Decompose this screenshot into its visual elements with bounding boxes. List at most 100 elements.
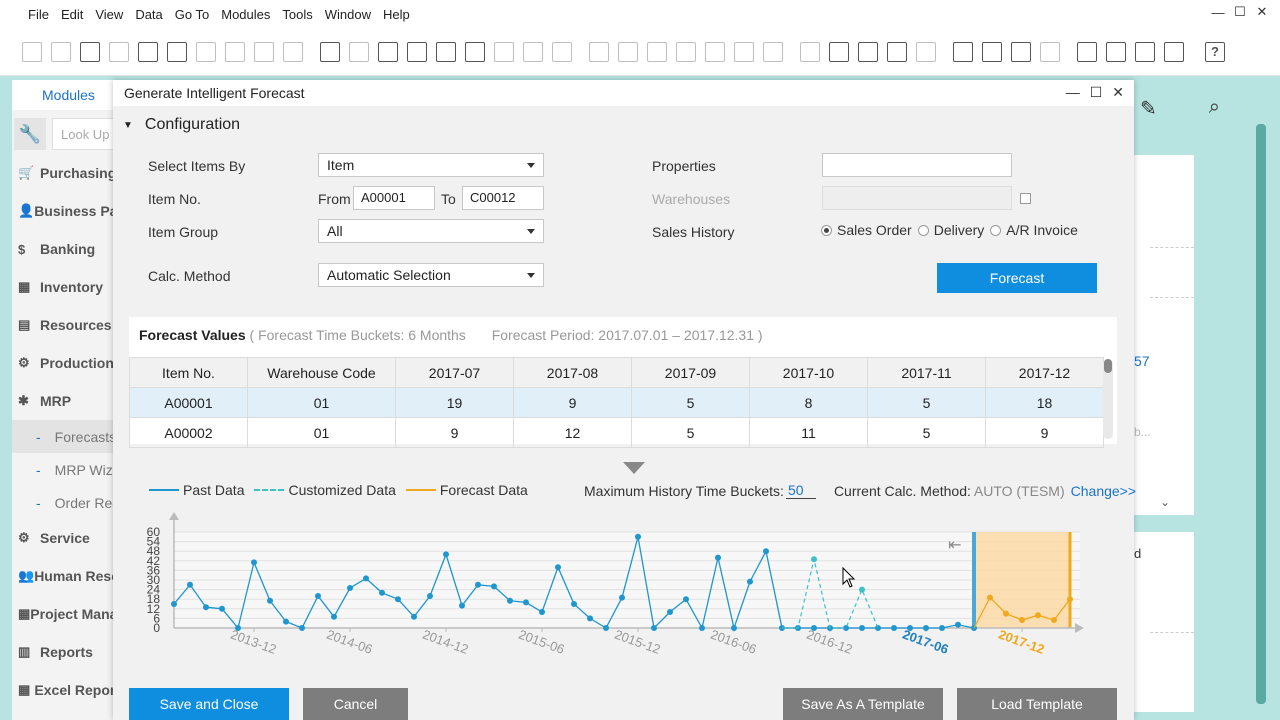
history-icon[interactable] bbox=[953, 41, 973, 62]
excel-icon[interactable] bbox=[167, 41, 187, 62]
previous-record-icon[interactable] bbox=[407, 41, 427, 62]
table-cell[interactable]: 01 bbox=[247, 417, 396, 448]
past-data-point[interactable] bbox=[907, 625, 913, 631]
sub-item[interactable]: - Order Recommendation bbox=[12, 486, 120, 519]
table-header-cell[interactable]: 2017-12 bbox=[985, 357, 1104, 388]
past-data-point[interactable] bbox=[603, 625, 609, 631]
past-data-point[interactable] bbox=[171, 601, 177, 607]
past-data-point[interactable] bbox=[747, 578, 753, 585]
chevron-down-icon[interactable]: ⌄ bbox=[1160, 495, 1170, 509]
menu-help[interactable]: Help bbox=[377, 7, 416, 22]
table-header-cell[interactable]: Warehouse Code bbox=[247, 357, 396, 388]
item-group-dropdown[interactable]: All bbox=[318, 219, 544, 243]
module-item[interactable]: ▦ Inventory bbox=[12, 268, 120, 306]
target-document-icon[interactable] bbox=[618, 41, 638, 62]
module-item[interactable]: ▦ Project Management bbox=[12, 595, 120, 633]
past-data-point[interactable] bbox=[859, 625, 865, 631]
table-cell[interactable]: 5 bbox=[867, 417, 986, 448]
past-data-point[interactable] bbox=[811, 625, 817, 631]
past-data-point[interactable] bbox=[875, 625, 881, 631]
table-cell[interactable]: 9 bbox=[985, 417, 1104, 448]
table-row[interactable]: A00001 01 19 9 5 8 5 18 bbox=[129, 387, 1104, 418]
forecast-data-point[interactable] bbox=[1067, 596, 1073, 603]
refresh-icon[interactable] bbox=[494, 41, 514, 62]
next-record-icon[interactable] bbox=[436, 41, 456, 62]
find-icon[interactable] bbox=[22, 41, 42, 62]
past-data-point[interactable] bbox=[427, 593, 433, 599]
forecast-data-point[interactable] bbox=[987, 594, 993, 601]
dashboard-icon[interactable] bbox=[1077, 41, 1097, 62]
past-data-point[interactable] bbox=[267, 597, 273, 604]
past-data-point[interactable] bbox=[347, 585, 353, 591]
pencil-icon[interactable]: ✎ bbox=[1140, 96, 1157, 121]
binoculars-icon[interactable] bbox=[320, 41, 340, 62]
menu-modules[interactable]: Modules bbox=[215, 7, 276, 22]
table-header-cell[interactable]: 2017-09 bbox=[631, 357, 750, 388]
item-to-input[interactable]: C00012 bbox=[462, 186, 544, 210]
dialog-close-button[interactable]: ✕ bbox=[1112, 84, 1124, 101]
calendar-icon[interactable] bbox=[1011, 41, 1031, 62]
custom-data-point[interactable] bbox=[859, 586, 865, 593]
load-template-button[interactable]: Load Template bbox=[957, 688, 1117, 720]
edit-icon[interactable] bbox=[800, 41, 820, 62]
configuration-header[interactable]: ▼ Configuration bbox=[123, 116, 240, 134]
past-data-point[interactable] bbox=[187, 581, 193, 588]
cancel-button[interactable]: Cancel bbox=[303, 688, 408, 720]
table-cell[interactable]: 19 bbox=[395, 387, 514, 418]
alerts-icon[interactable] bbox=[916, 41, 936, 62]
past-data-point[interactable] bbox=[939, 625, 945, 631]
lookup-input[interactable]: Look Up bbox=[52, 118, 120, 150]
forecast-data-point[interactable] bbox=[1051, 617, 1057, 623]
max-history-input[interactable]: 50 bbox=[785, 482, 816, 499]
past-data-point[interactable] bbox=[299, 625, 305, 631]
table-header-cell[interactable]: 2017-10 bbox=[749, 357, 868, 388]
email-icon[interactable] bbox=[80, 41, 100, 62]
collapse-left-icon[interactable]: ⇤ bbox=[948, 535, 961, 554]
widgets-icon[interactable] bbox=[1106, 41, 1126, 62]
module-item[interactable]: 👥 Human Resources bbox=[12, 557, 120, 595]
module-item[interactable]: $ Banking bbox=[12, 230, 120, 268]
menu-window[interactable]: Window bbox=[319, 7, 377, 22]
settings-icon[interactable] bbox=[763, 41, 783, 62]
past-data-point[interactable] bbox=[507, 597, 513, 604]
table-cell[interactable]: 5 bbox=[631, 417, 750, 448]
table-row[interactable]: A00002 01 9 12 5 11 5 9 bbox=[129, 417, 1104, 448]
past-data-point[interactable] bbox=[315, 593, 321, 599]
collapse-icon[interactable]: ▼ bbox=[123, 120, 133, 131]
module-item[interactable]: ⚙ Production bbox=[12, 344, 120, 382]
module-item[interactable]: ✱ MRP bbox=[12, 382, 120, 420]
module-item[interactable]: ▤ Resources bbox=[12, 306, 120, 344]
journal-icon[interactable] bbox=[734, 41, 754, 62]
table-header-cell[interactable]: 2017-07 bbox=[395, 357, 514, 388]
dialog-maximize-button[interactable]: ☐ bbox=[1090, 84, 1103, 101]
table-cell[interactable]: 9 bbox=[513, 387, 632, 418]
past-data-point[interactable] bbox=[635, 533, 641, 540]
module-item[interactable]: ▦ Excel Report bbox=[12, 671, 120, 709]
table-cell[interactable]: 9 bbox=[395, 417, 514, 448]
print-icon[interactable] bbox=[51, 41, 71, 62]
menu-data[interactable]: Data bbox=[129, 7, 168, 22]
sales-history-radio[interactable] bbox=[917, 224, 929, 236]
form-settings-icon[interactable] bbox=[283, 41, 303, 62]
base-document-icon[interactable] bbox=[589, 41, 609, 62]
past-data-point[interactable] bbox=[443, 551, 449, 558]
past-data-point[interactable] bbox=[475, 581, 481, 588]
module-item[interactable]: ▥ Reports bbox=[12, 633, 120, 671]
inbox-icon[interactable] bbox=[982, 41, 1002, 62]
close-button[interactable]: ✕ bbox=[1254, 4, 1270, 20]
change-link[interactable]: Change>> bbox=[1071, 483, 1136, 499]
past-data-point[interactable] bbox=[539, 609, 545, 615]
sub-item[interactable]: - Forecasts bbox=[12, 420, 120, 453]
volume-weight-icon[interactable] bbox=[705, 41, 725, 62]
forecast-data-point[interactable] bbox=[1035, 612, 1041, 619]
gross-profit-icon[interactable] bbox=[647, 41, 667, 62]
past-data-point[interactable] bbox=[363, 575, 369, 582]
past-data-point[interactable] bbox=[923, 625, 929, 631]
add-icon[interactable] bbox=[349, 41, 369, 62]
past-data-point[interactable] bbox=[379, 589, 385, 596]
payment-icon[interactable] bbox=[676, 41, 696, 62]
past-data-point[interactable] bbox=[699, 625, 705, 631]
layout-icon[interactable] bbox=[225, 41, 245, 62]
document-drafts-icon[interactable] bbox=[858, 41, 878, 62]
sales-history-radio[interactable] bbox=[990, 224, 1002, 236]
